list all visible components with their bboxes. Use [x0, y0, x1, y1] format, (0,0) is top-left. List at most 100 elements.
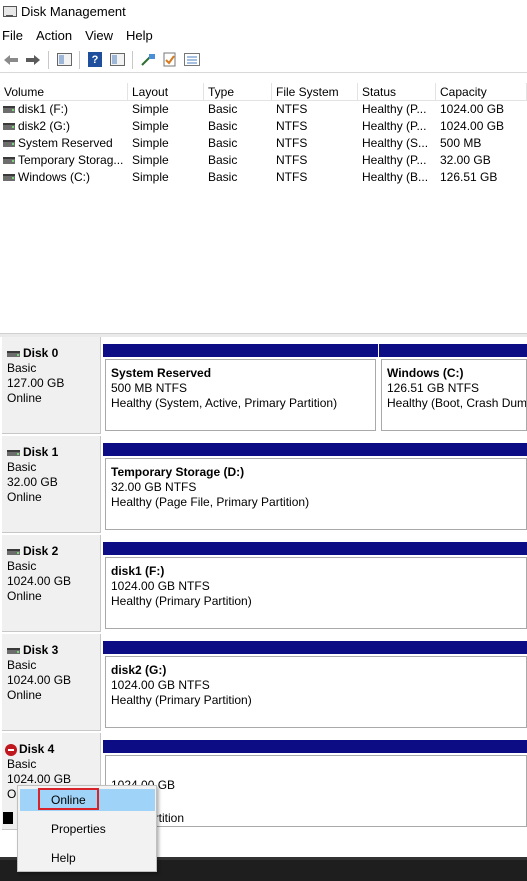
help-icon[interactable]: ?: [86, 51, 104, 69]
context-menu-properties[interactable]: Properties: [20, 818, 155, 840]
partition-status: Healthy (System, Active, Primary Partiti…: [111, 396, 338, 410]
column-header-layout[interactable]: Layout: [128, 83, 204, 100]
volume-layout: Simple: [132, 102, 169, 116]
table-row[interactable]: System Reserved Simple Basic NTFS Health…: [0, 135, 527, 152]
column-header-file-system[interactable]: File System: [272, 83, 358, 100]
legend-swatch-unallocated: [3, 812, 13, 824]
disk-name: Disk 4: [19, 742, 55, 756]
volume-capacity: 126.51 GB: [440, 170, 498, 184]
partition-disk2-g[interactable]: disk2 (G:) 1024.00 GB NTFS Healthy (Prim…: [103, 641, 527, 728]
volume-type: Basic: [208, 102, 238, 116]
disk-name: Disk 0: [23, 346, 59, 360]
table-row[interactable]: disk1 (F:) Simple Basic NTFS Healthy (P.…: [0, 101, 527, 118]
disk-label-2[interactable]: Disk 2 Basic 1024.00 GB Online: [2, 535, 101, 632]
column-header-volume[interactable]: Volume: [0, 83, 128, 100]
disk-label-0[interactable]: Disk 0 Basic 127.00 GB Online: [2, 337, 101, 434]
volume-name: Temporary Storag...: [18, 153, 124, 167]
partition-name: disk1 (F:): [111, 564, 165, 578]
volume-status: Healthy (P...: [362, 119, 427, 133]
menu-help[interactable]: Help: [124, 28, 160, 43]
context-menu-help[interactable]: Help: [20, 847, 155, 869]
volume-type: Basic: [208, 153, 238, 167]
disk-state: Online: [7, 391, 42, 405]
partition-status: Healthy (Primary Partition): [111, 693, 252, 707]
volume-drive-icon: [3, 157, 15, 164]
toolbar-separator: [48, 50, 49, 69]
partition-size: 126.51 GB NTFS: [387, 381, 480, 395]
partition-bar: [103, 344, 378, 357]
forward-arrow-icon[interactable]: [24, 51, 42, 69]
volume-list: Volume Layout Type File System Status Ca…: [0, 83, 527, 333]
volume-type: Basic: [208, 119, 238, 133]
disk-name: Disk 2: [23, 544, 59, 558]
menu-view[interactable]: View: [83, 28, 120, 43]
list-icon[interactable]: [183, 51, 201, 69]
partition-bar: [103, 740, 527, 753]
disk-label-3[interactable]: Disk 3 Basic 1024.00 GB Online: [2, 634, 101, 731]
disk-management-icon: [3, 4, 17, 18]
partition-name: System Reserved: [111, 366, 212, 380]
volume-list-header: Volume Layout Type File System Status Ca…: [0, 83, 527, 101]
column-header-capacity[interactable]: Capacity: [436, 83, 527, 100]
check-icon[interactable]: [161, 51, 179, 69]
volume-status: Healthy (P...: [362, 102, 427, 116]
partition-status: Healthy (Page File, Primary Partition): [111, 495, 310, 509]
disk-icon: [7, 548, 20, 555]
volume-name: disk2 (G:): [18, 119, 71, 133]
context-menu-online[interactable]: Online: [20, 789, 155, 811]
volume-type: Basic: [208, 136, 238, 150]
volume-name: System Reserved: [18, 136, 113, 150]
disk-type: Basic: [7, 361, 37, 375]
partition-disk1-f[interactable]: disk1 (F:) 1024.00 GB NTFS Healthy (Prim…: [103, 542, 527, 629]
partition-size: 32.00 GB NTFS: [111, 480, 197, 494]
disk-state: Online: [7, 688, 42, 702]
partition-name: Windows (C:): [387, 366, 464, 380]
disk-icon: [7, 350, 20, 357]
volume-drive-icon: [3, 140, 15, 147]
disk-type: Basic: [7, 559, 37, 573]
partition-system-reserved[interactable]: System Reserved 500 MB NTFS Healthy (Sys…: [103, 344, 378, 431]
disk-size: 32.00 GB: [7, 475, 58, 489]
disk-label-1[interactable]: Disk 1 Basic 32.00 GB Online: [2, 436, 101, 533]
volume-name: disk1 (F:): [18, 102, 69, 116]
table-row[interactable]: Temporary Storag... Simple Basic NTFS He…: [0, 152, 527, 169]
partition-bar: [379, 344, 527, 357]
menu-file[interactable]: File: [0, 28, 30, 43]
disk-row-1: Disk 1 Basic 32.00 GB Online Temporary S…: [0, 436, 527, 535]
volume-name: Windows (C:): [18, 170, 91, 184]
disk-name: Disk 1: [23, 445, 59, 459]
volume-status: Healthy (S...: [362, 136, 429, 150]
volume-status: Healthy (P...: [362, 153, 427, 167]
volume-capacity: 32.00 GB: [440, 153, 491, 167]
volume-capacity: 1024.00 GB: [440, 119, 505, 133]
column-header-status[interactable]: Status: [358, 83, 436, 100]
title-bar: Disk Management: [0, 0, 527, 22]
properties-icon[interactable]: [108, 51, 126, 69]
disk-icon: [7, 647, 20, 654]
disk-size: 1024.00 GB: [7, 673, 72, 687]
toolbar-separator: [79, 50, 80, 69]
connect-icon[interactable]: [139, 51, 157, 69]
show-hide-console-tree-icon[interactable]: [55, 51, 73, 69]
volume-file-system: NTFS: [276, 119, 308, 133]
partition-name: Temporary Storage (D:): [111, 465, 245, 479]
volume-capacity: 500 MB: [440, 136, 482, 150]
volume-capacity: 1024.00 GB: [440, 102, 505, 116]
partition-temporary-storage-d[interactable]: Temporary Storage (D:) 32.00 GB NTFS Hea…: [103, 443, 527, 530]
disk-graphical-view: Disk 0 Basic 127.00 GB Online System Res…: [0, 337, 527, 857]
volume-drive-icon: [3, 174, 15, 181]
column-header-type[interactable]: Type: [204, 83, 272, 100]
back-arrow-icon[interactable]: [2, 51, 20, 69]
menu-bar: File Action View Help: [0, 25, 527, 45]
window-title: Disk Management: [21, 3, 126, 19]
menu-action[interactable]: Action: [34, 28, 79, 43]
disk-size: 1024.00 GB: [7, 574, 72, 588]
volume-file-system: NTFS: [276, 153, 308, 167]
volume-layout: Simple: [132, 170, 169, 184]
table-row[interactable]: disk2 (G:) Simple Basic NTFS Healthy (P.…: [0, 118, 527, 135]
table-row[interactable]: Windows (C:) Simple Basic NTFS Healthy (…: [0, 169, 527, 186]
disk-state: Online: [7, 589, 42, 603]
partition-windows-c[interactable]: Windows (C:) 126.51 GB NTFS Healthy (Boo…: [379, 344, 527, 431]
partition-bar: [103, 542, 527, 555]
disk-size: 127.00 GB: [7, 376, 65, 390]
